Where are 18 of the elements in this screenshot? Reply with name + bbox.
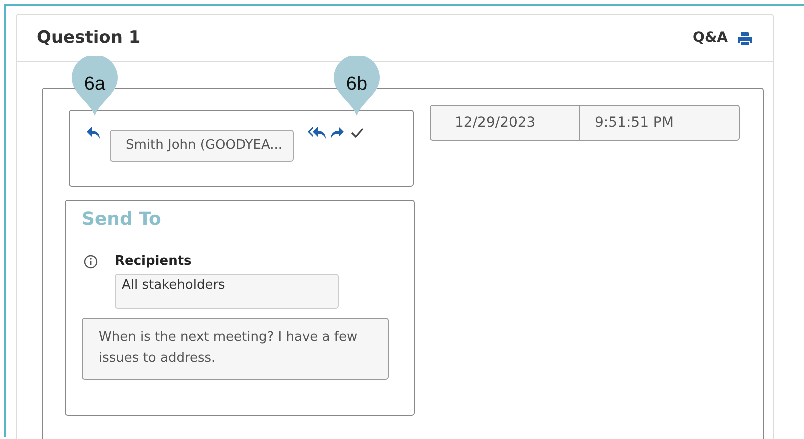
info-icon[interactable] (84, 254, 98, 268)
print-icon[interactable] (737, 30, 753, 46)
check-icon[interactable] (350, 128, 364, 138)
field-label: Recipients (115, 254, 192, 269)
timestamp-field[interactable]: 12/29/2023 9:51:51 PM (430, 105, 740, 141)
card-title: Question 1 (37, 28, 141, 48)
qa-link[interactable]: Q&A (693, 30, 728, 46)
recipients-field[interactable]: All stakeholders (115, 274, 339, 309)
section-title: Send To (82, 209, 162, 230)
reply-icon[interactable] (86, 126, 102, 140)
sender-field[interactable]: Smith John (GOODYEA... (110, 130, 294, 162)
callout-pin: 6a (72, 56, 118, 116)
callout-pin: 6b (334, 56, 380, 116)
message-field[interactable]: When is the next meeting? I have a few issues to address. (82, 318, 389, 380)
time-value: 9:51:51 PM (594, 114, 674, 133)
forward-icon[interactable] (328, 126, 345, 140)
date-value: 12/29/2023 (431, 106, 580, 140)
reply-all-icon[interactable] (308, 126, 328, 140)
